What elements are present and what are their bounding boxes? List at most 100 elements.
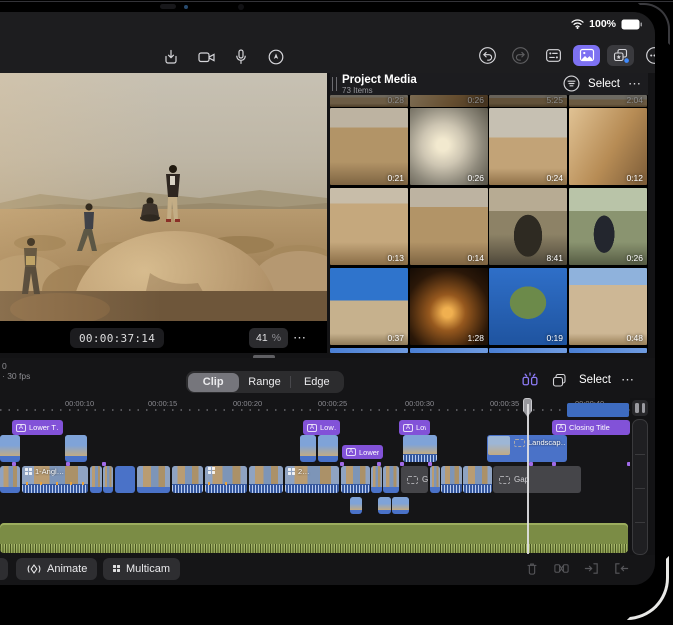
timeline-clip-lower-t-[interactable]: ALower T… [12, 420, 63, 435]
timeline-clip-bluebar[interactable] [567, 403, 629, 417]
tab-clip[interactable]: Clip [188, 373, 239, 392]
timeline-clip-video[interactable] [463, 466, 492, 493]
timeline-clip-video[interactable] [172, 466, 203, 493]
timeline-clip-connected[interactable] [300, 435, 316, 462]
audio-marker-tick [225, 482, 227, 485]
stacked-clips-star-icon [611, 46, 630, 64]
import-button[interactable] [158, 45, 184, 69]
media-thumbnail-talent-closeup[interactable]: 8:41 [489, 188, 567, 265]
media-thumbnail-trail-hikers[interactable]: 0:48 [569, 268, 647, 345]
media-thumbnail-rock-pile[interactable]: 0:14 [410, 188, 488, 265]
live-drawing-button[interactable] [263, 45, 289, 69]
ruler-label: 00:00:20 [233, 399, 262, 408]
voiceover-button[interactable] [228, 45, 254, 69]
media-thumbnail-blue-strip[interactable] [569, 348, 647, 353]
track-height-slider[interactable] [632, 419, 648, 555]
timeline-more-icon[interactable]: ⋯ [621, 373, 635, 386]
edge-button-partial[interactable] [0, 558, 8, 580]
timeline-select-button[interactable]: Select [579, 374, 611, 386]
timeline-clip-connected[interactable] [318, 435, 338, 462]
media-thumbnail-blue-strip[interactable] [489, 348, 567, 353]
media-thumbnail-rock-pile[interactable]: 0:21 [330, 108, 408, 185]
media-thumbnail-desert-rocks[interactable]: 0:28 [330, 95, 408, 107]
clip-thumbnail-strip [318, 435, 338, 456]
split-icon[interactable] [553, 560, 570, 577]
timecode-display[interactable]: 00:00:37:14 [70, 328, 164, 348]
split-clip-icon[interactable] [520, 370, 540, 389]
timeline-clip-video[interactable] [441, 466, 462, 493]
timeline-clip-low-[interactable]: ALow… [303, 420, 340, 435]
undo-icon [478, 46, 497, 65]
overlap-clips-icon[interactable] [550, 371, 569, 389]
clip-marker [377, 462, 381, 466]
media-thumbnail-blue-strip[interactable] [330, 348, 408, 353]
timeline-clip-video[interactable] [90, 466, 102, 493]
timeline-clip-1-angl-[interactable]: 1-Angl… [22, 466, 88, 493]
undo-button[interactable] [474, 43, 500, 67]
timeline-clip-multicam[interactable] [205, 466, 247, 493]
timeline-clip-plain[interactable] [115, 466, 135, 493]
timeline-clip-audio[interactable] [0, 523, 628, 553]
timeline-clip-sub[interactable] [392, 497, 409, 514]
timeline-ruler[interactable]: 00:00:0500:00:1000:00:1500:00:2000:00:25… [0, 398, 630, 412]
media-more-icon[interactable]: ⋯ [628, 77, 642, 90]
media-thumbnail-sunset-silhouette[interactable]: 0:26 [410, 108, 488, 185]
timeline-clip-video[interactable] [383, 466, 399, 493]
timeline-clip-connected[interactable] [403, 435, 437, 462]
inspector-button[interactable] [540, 43, 566, 67]
timeline-clip-sub[interactable] [378, 497, 391, 514]
animate-button[interactable]: Animate [16, 558, 97, 580]
timeline-tracks[interactable]: 00:00:0500:00:1000:00:1500:00:2000:00:25… [0, 398, 630, 555]
audio-waveform [0, 544, 628, 553]
multicam-button[interactable]: Multicam [103, 558, 180, 580]
timeline-clip-video[interactable] [0, 466, 20, 493]
redo-button[interactable] [507, 43, 533, 67]
title-badge: A [556, 424, 566, 432]
media-thumbnail-campfire[interactable]: 1:28 [410, 268, 488, 345]
timeline-clip-video[interactable] [103, 466, 113, 493]
delete-icon[interactable] [524, 560, 540, 577]
gap-icon [407, 476, 418, 484]
media-thumbnail-rock-face[interactable]: 0:12 [569, 108, 647, 185]
zoom-level-control[interactable]: 41 % [249, 328, 288, 348]
clip-waveform [205, 484, 247, 493]
timeline-clip-low-[interactable]: ALow… [399, 420, 430, 435]
media-select-button[interactable]: Select [588, 78, 620, 90]
timeline-clip-gap[interactable]: Gap [493, 466, 581, 493]
filter-icon[interactable] [563, 75, 580, 92]
media-thumbnail-hillside[interactable]: 2:04 [569, 95, 647, 107]
timeline-clip-2-[interactable]: 2… [285, 466, 339, 493]
media-thumbnail-hiker-shade[interactable]: 0:26 [569, 188, 647, 265]
timeline-clip-connected[interactable] [65, 435, 87, 462]
media-thumbnail-hillside[interactable]: 0:24 [489, 108, 567, 185]
viewer-more-icon[interactable]: ⋯ [293, 331, 307, 344]
timeline-clip-video[interactable] [249, 466, 283, 493]
ruler-label: 00:00:30 [405, 399, 434, 408]
timeline-clip-lower-[interactable]: ALower… [342, 445, 383, 459]
media-thumbnail-blue-strip[interactable] [410, 348, 488, 353]
panel-resize-grip[interactable] [332, 77, 337, 91]
media-thumbnail-rock-pile[interactable]: 5:25 [489, 95, 567, 107]
timeline-clip-video[interactable] [430, 466, 440, 493]
media-thumbnail-rock-face[interactable]: 0:26 [410, 95, 488, 107]
timeline-clip-connected[interactable] [0, 435, 20, 462]
ruler-label: 00:00:35 [490, 399, 519, 408]
media-browser-button[interactable] [573, 45, 600, 66]
timeline-clip-g-[interactable]: G… [401, 466, 428, 493]
media-thumbnail-desert-rocks[interactable]: 0:13 [330, 188, 408, 265]
track-height-toggle[interactable] [632, 400, 648, 416]
timeline-clip-video[interactable] [137, 466, 170, 493]
tab-range[interactable]: Range [239, 373, 290, 392]
media-thumbnail-joshua-tree[interactable]: 0:19 [489, 268, 567, 345]
timeline-clip-video[interactable] [371, 466, 382, 493]
timeline-clip-closing-title[interactable]: AClosing Title [552, 420, 630, 435]
insert-icon[interactable] [583, 560, 600, 577]
thumbnail-duration: 0:26 [626, 253, 643, 263]
titles-effects-button[interactable] [607, 45, 634, 66]
tab-edge[interactable]: Edge [291, 373, 342, 392]
record-video-button[interactable] [193, 45, 219, 69]
timeline-clip-sub[interactable] [350, 497, 362, 514]
timeline-clip-video[interactable] [341, 466, 370, 493]
more-button[interactable] [641, 43, 655, 67]
media-thumbnail-sky-rocks[interactable]: 0:37 [330, 268, 408, 345]
